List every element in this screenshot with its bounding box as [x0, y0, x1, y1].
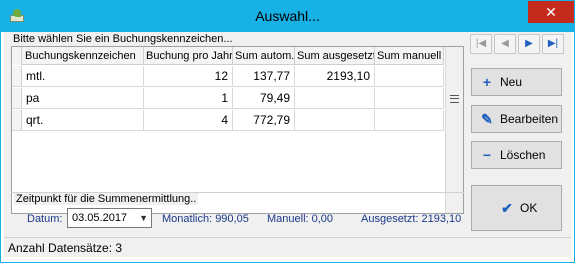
- cell-sum-manual: [375, 110, 444, 131]
- summary-group-label: Zeitpunkt für die Summenermittlung..: [14, 193, 199, 205]
- ok-button[interactable]: ✔ OK: [471, 185, 562, 231]
- new-button-label: Neu: [500, 75, 523, 89]
- plus-icon: +: [482, 74, 492, 90]
- status-bar: Anzahl Datensätze: 3: [4, 237, 571, 257]
- cell-per-year: 1: [144, 88, 233, 109]
- checkmark-icon: ✔: [501, 199, 513, 216]
- window-title: Auswahl...: [255, 8, 320, 24]
- cell-sum-suspended: [295, 110, 375, 131]
- cell-per-year: 12: [144, 66, 233, 87]
- ok-button-label: OK: [520, 201, 538, 215]
- dialog-body: Buchungskennzeichen Buchung pro Jahr Sum…: [4, 32, 571, 257]
- grid-scrollbar[interactable]: [445, 47, 463, 213]
- manual-total: Manuell: 0,00: [267, 213, 334, 225]
- title-bar: Auswahl... ✕: [1, 1, 574, 32]
- pencil-icon: ✎: [481, 110, 493, 127]
- cell-code: mtl.: [23, 66, 144, 87]
- grip-icon: [450, 95, 459, 103]
- table-row[interactable]: qrt. 4 772,79: [12, 110, 444, 131]
- date-value: 03.05.2017: [72, 212, 128, 224]
- close-icon: ✕: [545, 4, 557, 20]
- next-record-button[interactable]: ▶: [518, 34, 540, 54]
- new-button[interactable]: + Neu: [471, 68, 562, 96]
- first-icon: |◀: [475, 38, 487, 49]
- date-label: Datum:: [27, 213, 63, 225]
- cell-code: qrt.: [23, 110, 144, 131]
- record-count: Anzahl Datensätze: 3: [8, 241, 123, 255]
- row-indicator: [12, 88, 22, 108]
- date-picker[interactable]: 03.05.2017 ▼: [67, 208, 152, 228]
- cell-sum-auto: 137,77: [233, 66, 295, 87]
- delete-button-label: Löschen: [500, 148, 546, 162]
- row-indicator: [12, 110, 22, 130]
- monthly-total: Monatlich: 990,05: [162, 213, 249, 225]
- column-header[interactable]: Sum autom.: [233, 47, 295, 65]
- chevron-down-icon[interactable]: ▼: [139, 209, 148, 227]
- grid-group-label: Bitte wählen Sie ein Buchungskennzeichen…: [12, 33, 234, 45]
- suspended-total: Ausgesetzt: 2193,10: [361, 213, 462, 225]
- cell-sum-auto: 772,79: [233, 110, 295, 131]
- column-header[interactable]: Sum ausgesetzt: [295, 47, 375, 65]
- column-header[interactable]: Sum manuell: [375, 47, 444, 65]
- last-icon: ▶|: [547, 38, 559, 49]
- first-record-button[interactable]: |◀: [470, 34, 492, 54]
- delete-button[interactable]: − Löschen: [471, 141, 562, 169]
- booking-grid: Buchungskennzeichen Buchung pro Jahr Sum…: [11, 46, 464, 214]
- window: Auswahl... ✕ Buchungskennzeichen Buchung…: [0, 0, 575, 263]
- row-indicator: [12, 66, 22, 86]
- prev-icon: ◀: [501, 38, 509, 49]
- minus-icon: −: [482, 147, 492, 163]
- grid-header: Buchungskennzeichen Buchung pro Jahr Sum…: [12, 47, 444, 65]
- cell-sum-suspended: [295, 88, 375, 109]
- cell-per-year: 4: [144, 110, 233, 131]
- cell-sum-manual: [375, 66, 444, 87]
- prev-record-button[interactable]: ◀: [494, 34, 516, 54]
- cell-sum-auto: 79,49: [233, 88, 295, 109]
- next-icon: ▶: [525, 38, 533, 49]
- cell-code: pa: [23, 88, 144, 109]
- last-record-button[interactable]: ▶|: [542, 34, 564, 54]
- column-header[interactable]: Buchung pro Jahr: [144, 47, 233, 65]
- close-button[interactable]: ✕: [528, 1, 574, 23]
- row-indicator-header: [12, 47, 22, 65]
- edit-button-label: Bearbeiten: [500, 112, 559, 126]
- table-row[interactable]: pa 1 79,49: [12, 88, 444, 109]
- cell-sum-suspended: 2193,10: [295, 66, 375, 87]
- table-row[interactable]: mtl. 12 137,77 2193,10: [12, 66, 444, 87]
- cell-sum-manual: [375, 88, 444, 109]
- column-header[interactable]: Buchungskennzeichen: [23, 47, 144, 65]
- edit-button[interactable]: ✎ Bearbeiten: [471, 105, 562, 133]
